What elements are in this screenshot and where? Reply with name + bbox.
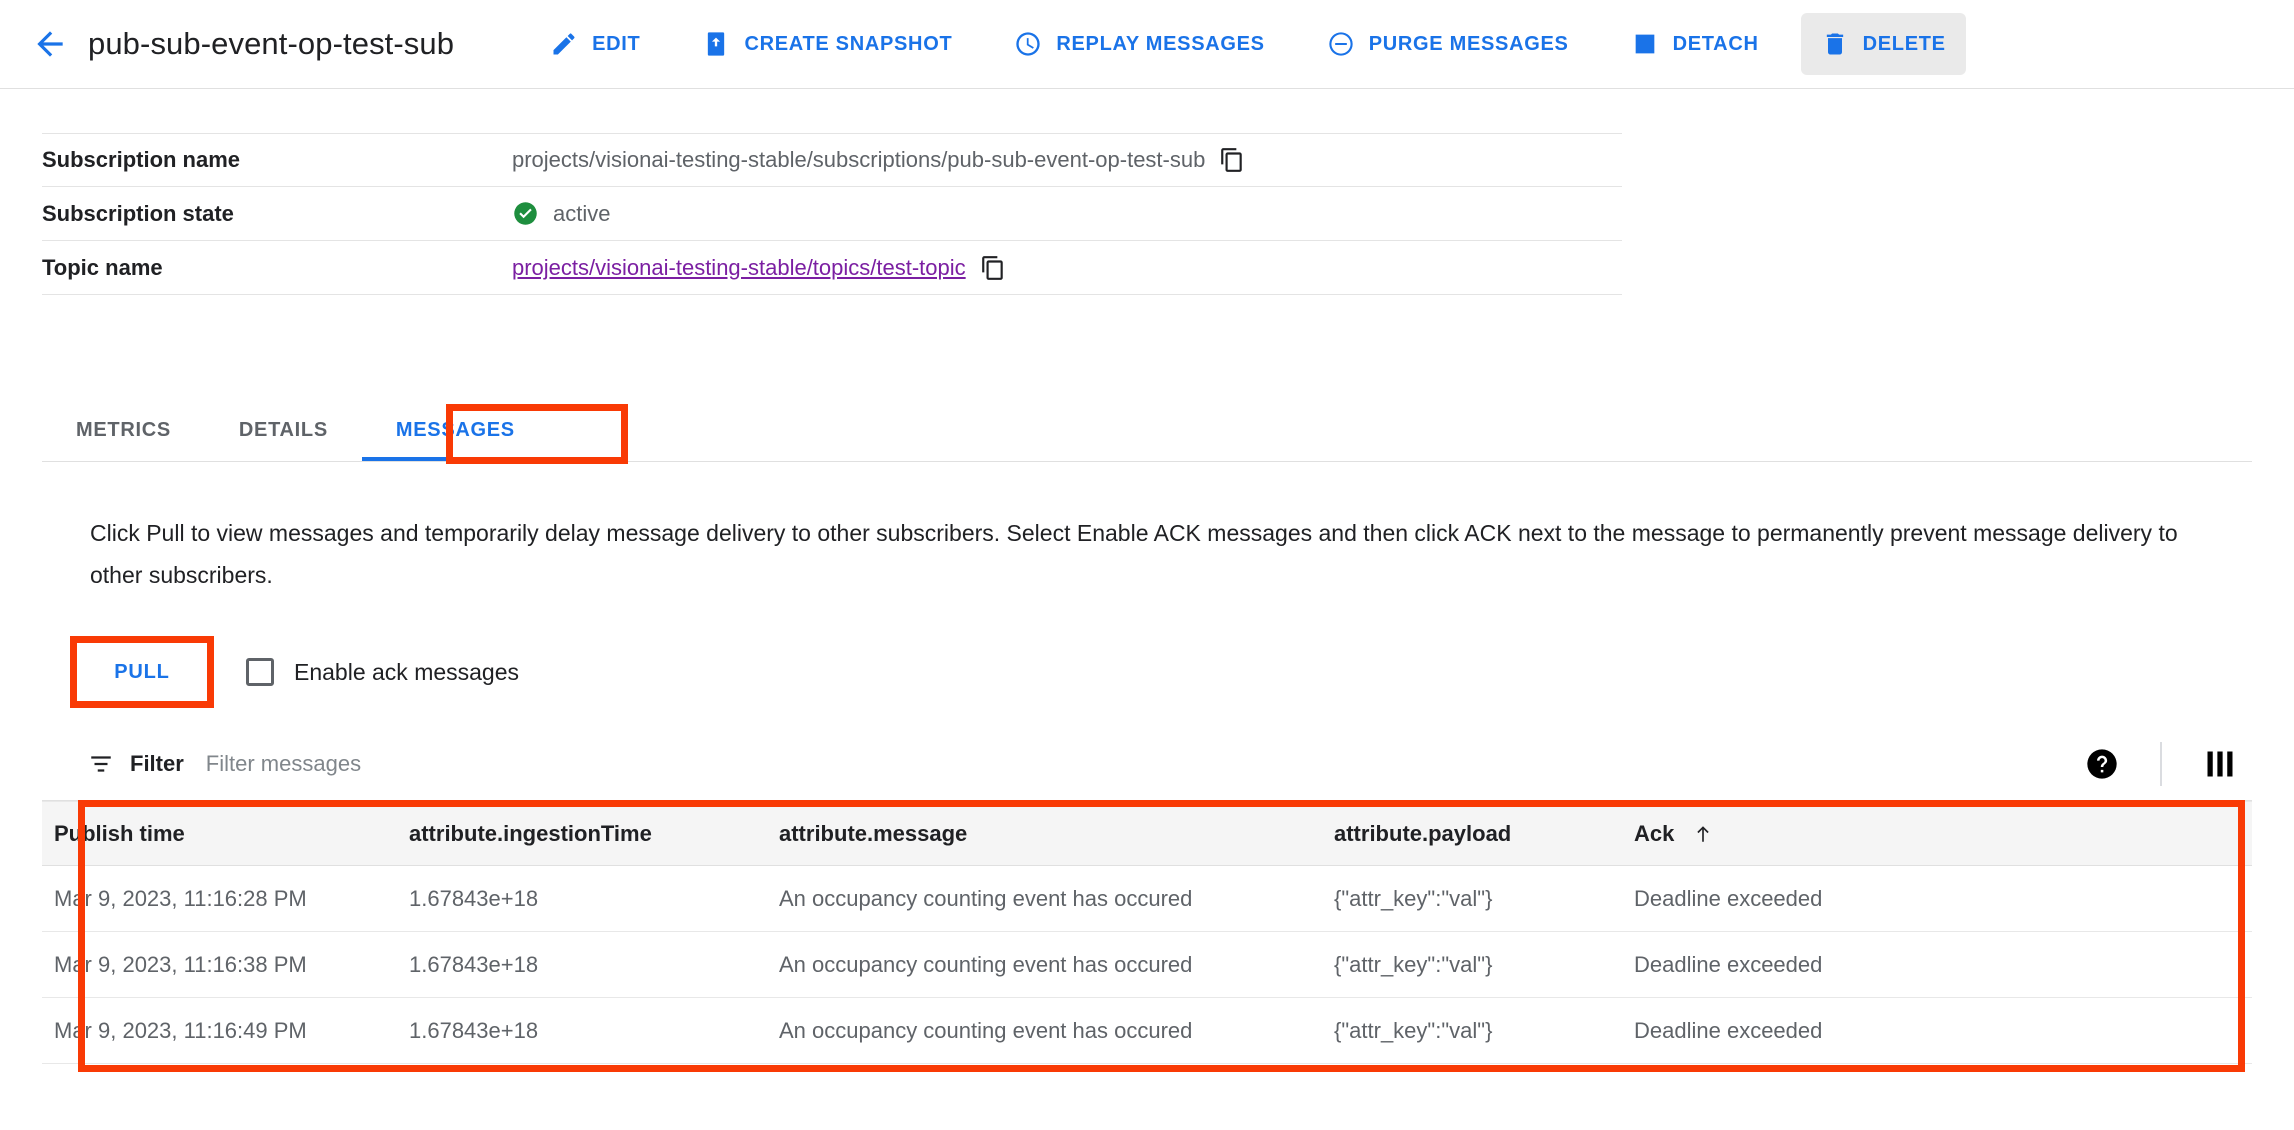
filter-icon	[91, 755, 111, 772]
column-header-message[interactable]: attribute.message	[767, 801, 1322, 866]
replay-messages-button[interactable]: REPLAY MESSAGES	[994, 13, 1284, 75]
column-header-payload[interactable]: attribute.payload	[1322, 801, 1622, 866]
tab-messages[interactable]: MESSAGES	[361, 399, 549, 461]
column-display-button[interactable]	[2188, 732, 2252, 796]
column-header-label: attribute.ingestionTime	[409, 820, 652, 846]
column-header-label: attribute.payload	[1334, 820, 1512, 846]
filter-label: Filter	[130, 750, 184, 776]
filter-actions	[2070, 732, 2252, 796]
table-footer-spacer	[42, 1064, 2252, 1100]
subscription-details-page: pub-sub-event-op-test-sub EDIT CREATE SN…	[0, 0, 2294, 1130]
detail-key: Subscription state	[42, 200, 234, 226]
messages-description: Click Pull to view messages and temporar…	[90, 520, 2178, 588]
cell-payload: {"attr_key":"val"}	[1322, 931, 1622, 998]
cell-message: An occupancy counting event has occured	[767, 997, 1322, 1064]
detail-value: projects/visionai-testing-stable/subscri…	[512, 147, 1622, 173]
tab-metrics[interactable]: METRICS	[42, 399, 205, 461]
tab-details[interactable]: DETAILS	[205, 399, 362, 461]
detail-row-topic-name: Topic name projects/visionai-testing-sta…	[42, 241, 1622, 295]
subscription-detail-table: Subscription name projects/visionai-test…	[42, 133, 1622, 295]
pull-button[interactable]: PULL	[78, 644, 206, 700]
cell-message: An occupancy counting event has occured	[767, 865, 1322, 932]
cell-publish-time: Mar 9, 2023, 11:16:49 PM	[42, 997, 397, 1064]
table-row[interactable]: Mar 9, 2023, 11:16:38 PM 1.67843e+18 An …	[42, 931, 2252, 998]
cell-ingestion-time: 1.67843e+18	[397, 865, 767, 932]
filter-label-group[interactable]: Filter	[88, 751, 184, 777]
toolbar-divider	[2160, 741, 2162, 786]
pencil-icon	[553, 33, 575, 55]
copy-icon[interactable]	[980, 255, 1006, 281]
help-button[interactable]	[2070, 732, 2134, 796]
table-row[interactable]: Mar 9, 2023, 11:16:28 PM 1.67843e+18 An …	[42, 865, 2252, 932]
cell-publish-time: Mar 9, 2023, 11:16:28 PM	[42, 865, 397, 932]
messages-table: Publish time attribute.ingestionTime att…	[42, 801, 2252, 1100]
table-row[interactable]: Mar 9, 2023, 11:16:49 PM 1.67843e+18 An …	[42, 997, 2252, 1064]
table-header-row: Publish time attribute.ingestionTime att…	[42, 801, 2252, 866]
sort-ascending-arrow-icon	[1697, 825, 1710, 842]
trash-icon	[1826, 33, 1843, 55]
arrow-back-icon	[37, 31, 63, 57]
pull-controls: PULL Enable ack messages	[78, 644, 519, 700]
filter-input[interactable]	[205, 750, 826, 777]
cell-payload: {"attr_key":"val"}	[1322, 997, 1622, 1064]
detail-row-subscription-name: Subscription name projects/visionai-test…	[42, 133, 1622, 187]
minus-circle-icon	[1329, 32, 1353, 56]
topic-name-link[interactable]: projects/visionai-testing-stable/topics/…	[512, 255, 966, 281]
enable-ack-messages-checkbox[interactable]: Enable ack messages	[246, 658, 519, 686]
status-check-circle-icon	[514, 202, 537, 225]
cell-ack: Deadline exceeded	[1622, 997, 2252, 1064]
cell-message: An occupancy counting event has occured	[767, 931, 1322, 998]
back-button[interactable]	[18, 12, 82, 76]
column-header-publish-time[interactable]: Publish time	[42, 801, 397, 866]
purge-messages-button[interactable]: PURGE MESSAGES	[1307, 13, 1589, 75]
page-title: pub-sub-event-op-test-sub	[88, 26, 455, 61]
column-header-label: attribute.message	[779, 820, 968, 846]
subscription-name-value: projects/visionai-testing-stable/subscri…	[512, 147, 1206, 172]
clock-icon	[1016, 32, 1041, 56]
cell-ingestion-time: 1.67843e+18	[397, 931, 767, 998]
toolbar-actions: EDIT CREATE SNAPSHOT REPLAY MESSAGES PUR…	[530, 13, 1988, 75]
cell-ingestion-time: 1.67843e+18	[397, 997, 767, 1064]
enable-ack-messages-label: Enable ack messages	[294, 658, 520, 685]
cell-payload: {"attr_key":"val"}	[1322, 865, 1622, 932]
column-display-icon	[2207, 751, 2233, 776]
copy-icon[interactable]	[1219, 147, 1245, 173]
detach-button[interactable]: DETACH	[1611, 13, 1779, 75]
edit-button-label: EDIT	[592, 32, 641, 55]
spacer-cell	[42, 1064, 2252, 1100]
detail-row-subscription-state: Subscription state active	[42, 187, 1622, 241]
replay-messages-button-label: REPLAY MESSAGES	[1056, 32, 1265, 55]
top-toolbar: pub-sub-event-op-test-sub EDIT CREATE SN…	[0, 0, 2294, 89]
cell-publish-time: Mar 9, 2023, 11:16:38 PM	[42, 931, 397, 998]
square-icon	[1635, 34, 1654, 54]
status-badge: active	[553, 200, 611, 226]
messages-table-head: Publish time attribute.ingestionTime att…	[42, 801, 2252, 866]
cell-ack: Deadline exceeded	[1622, 931, 2252, 998]
delete-button[interactable]: DELETE	[1800, 13, 1966, 75]
tab-bar: METRICS DETAILS MESSAGES	[42, 400, 2252, 462]
checkbox-box[interactable]	[246, 658, 274, 686]
edit-button[interactable]: EDIT	[530, 13, 660, 75]
messages-panel: Filter Filter messages Publish time attr…	[42, 727, 2252, 1100]
column-header-ingestion-time[interactable]: attribute.ingestionTime	[397, 801, 767, 866]
detail-key: Subscription name	[42, 147, 241, 172]
delete-button-label: DELETE	[1862, 32, 1946, 55]
detail-value: active	[512, 200, 1622, 227]
column-header-ack[interactable]: Ack	[1622, 801, 2252, 866]
messages-table-body: Mar 9, 2023, 11:16:28 PM 1.67843e+18 An …	[42, 865, 2252, 1100]
column-header-label: Ack	[1634, 820, 1675, 846]
column-header-label: Publish time	[54, 820, 185, 846]
filter-bar: Filter	[42, 727, 2252, 801]
cell-ack: Deadline exceeded	[1622, 865, 2252, 932]
create-snapshot-button[interactable]: CREATE SNAPSHOT	[682, 13, 972, 75]
purge-messages-button-label: PURGE MESSAGES	[1368, 32, 1569, 55]
detail-value: projects/visionai-testing-stable/topics/…	[512, 255, 1622, 281]
help-icon	[2087, 748, 2117, 779]
detail-key: Topic name	[42, 254, 163, 280]
detach-button-label: DETACH	[1672, 32, 1759, 55]
snapshot-icon	[708, 32, 725, 56]
create-snapshot-button-label: CREATE SNAPSHOT	[744, 32, 953, 55]
